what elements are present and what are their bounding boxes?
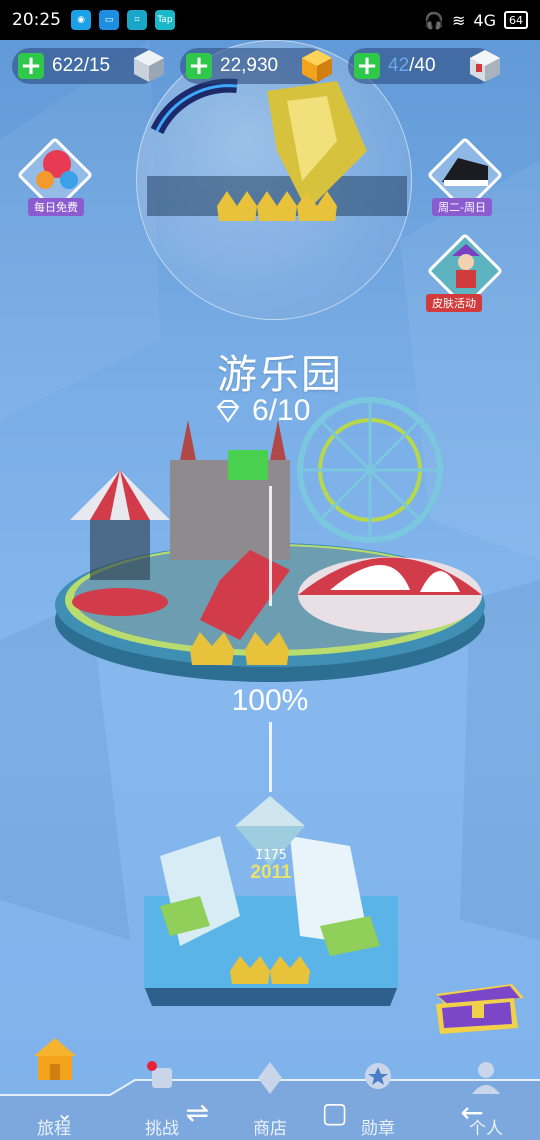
gold-value: 22,930 bbox=[220, 55, 279, 76]
taptap-icon: Tap bbox=[155, 10, 175, 30]
wifi-icon: ≋ bbox=[452, 10, 466, 30]
add-energy-button[interactable]: + bbox=[354, 53, 380, 79]
skin-event-button[interactable]: 皮肤活动 bbox=[424, 232, 504, 316]
status-bar: 20:25 ◉ ▭ ⌗ Tap 🎧 ≋ 4G 64 bbox=[0, 0, 540, 40]
home-icon bbox=[34, 1038, 76, 1080]
home-button-icon[interactable]: ▢ bbox=[321, 1096, 347, 1129]
recent-apps-icon[interactable]: ⇌ bbox=[185, 1096, 208, 1129]
silver-cube-icon bbox=[134, 50, 164, 82]
daily-free-button[interactable]: 每日免费 bbox=[14, 136, 94, 220]
scan-icon: ⌗ bbox=[127, 10, 147, 30]
balloons-icon bbox=[36, 150, 78, 189]
qq-icon: ◉ bbox=[71, 10, 91, 30]
add-gold-button[interactable]: + bbox=[186, 53, 212, 79]
network-label: 4G bbox=[473, 10, 496, 30]
resource-gold[interactable]: + 22,930 bbox=[180, 48, 332, 84]
next-level-year: 2011 bbox=[250, 862, 292, 883]
system-nav: ⌄ ⇌ ▢ ← bbox=[0, 1085, 540, 1140]
chevron-down-icon[interactable]: ⌄ bbox=[56, 1101, 73, 1125]
resource-cubes[interactable]: + 622/15 bbox=[12, 48, 164, 84]
daily-free-label: 每日免费 bbox=[28, 198, 84, 216]
add-cubes-button[interactable]: + bbox=[18, 53, 44, 79]
jester-icon bbox=[452, 244, 480, 288]
energy-cube-icon bbox=[470, 50, 500, 82]
resource-energy[interactable]: + 42/40 bbox=[348, 48, 500, 84]
world-progress: 100% bbox=[231, 684, 309, 717]
energy-value: 42/40 bbox=[388, 55, 436, 76]
piano-icon bbox=[442, 158, 488, 186]
gold-cube-icon bbox=[302, 50, 332, 82]
next-level-number: I175 bbox=[255, 848, 287, 863]
headphone-icon: 🎧 bbox=[424, 10, 445, 30]
next-world-island[interactable] bbox=[140, 796, 402, 1016]
treasure-chest-icon[interactable] bbox=[428, 964, 532, 1036]
skin-event-label: 皮肤活动 bbox=[426, 294, 482, 312]
battery-icon: 64 bbox=[504, 11, 528, 29]
status-time: 20:25 bbox=[12, 10, 61, 30]
back-icon[interactable]: ← bbox=[460, 1096, 483, 1129]
message-icon: ▭ bbox=[99, 10, 119, 30]
progress-line-top bbox=[269, 486, 272, 606]
weekday-event-button[interactable]: 周二-周日 bbox=[424, 136, 504, 220]
cubes-value: 622/15 bbox=[52, 55, 111, 76]
weekday-label: 周二-周日 bbox=[432, 198, 492, 216]
progress-line-bottom bbox=[269, 722, 272, 792]
